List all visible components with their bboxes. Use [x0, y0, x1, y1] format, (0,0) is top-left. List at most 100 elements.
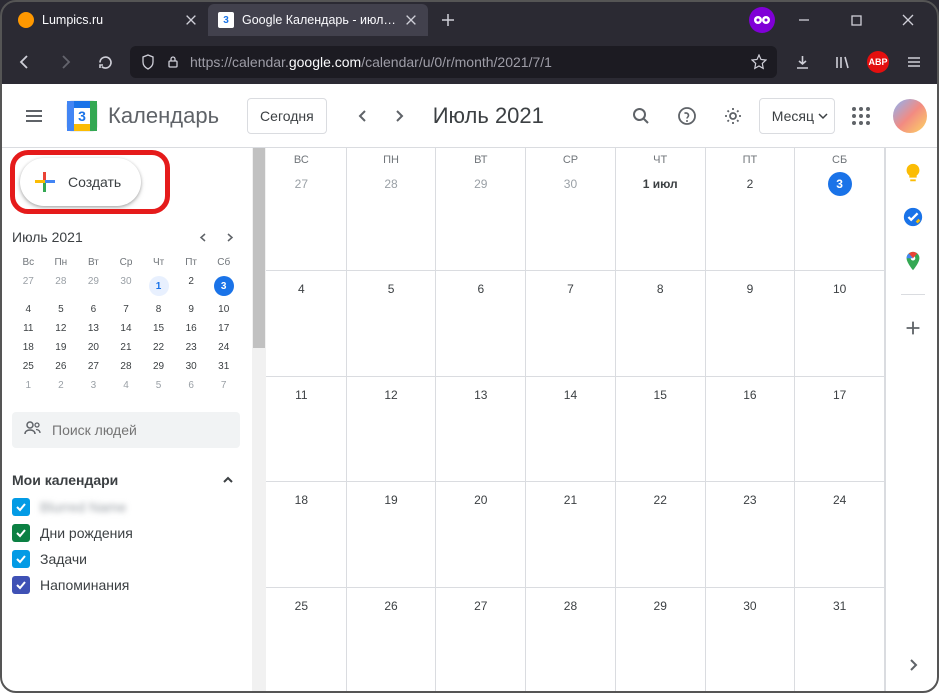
mini-day[interactable]: 6 — [77, 301, 110, 318]
close-window-button[interactable] — [885, 4, 931, 36]
browser-tab-1[interactable]: 3 Google Календарь - июль 2021 — [208, 4, 428, 36]
search-icon[interactable] — [621, 96, 661, 136]
mini-day[interactable]: 19 — [45, 339, 78, 356]
day-cell[interactable]: 10 — [795, 271, 885, 376]
mini-day[interactable]: 28 — [110, 358, 143, 375]
minimize-button[interactable] — [781, 4, 827, 36]
mini-day[interactable]: 10 — [207, 301, 240, 318]
view-selector[interactable]: Месяц — [759, 98, 835, 134]
day-cell[interactable]: 21 — [526, 482, 616, 587]
mini-day[interactable]: 25 — [12, 358, 45, 375]
vpn-icon[interactable] — [749, 7, 775, 33]
address-bar[interactable]: https://calendar.google.com/calendar/u/0… — [130, 46, 777, 78]
mini-day[interactable]: 14 — [110, 320, 143, 337]
day-cell[interactable]: 7 — [526, 271, 616, 376]
day-cell[interactable]: 30 — [706, 588, 796, 693]
browser-menu-icon[interactable] — [899, 47, 929, 77]
day-cell[interactable]: 29 — [616, 588, 706, 693]
day-cell[interactable]: 25 — [257, 588, 347, 693]
day-cell[interactable]: 31 — [795, 588, 885, 693]
mini-day[interactable]: 28 — [45, 273, 78, 299]
day-cell[interactable]: 22 — [616, 482, 706, 587]
day-cell[interactable]: 2 — [706, 166, 796, 271]
mini-day[interactable]: 2 — [45, 377, 78, 394]
day-cell[interactable]: 8 — [616, 271, 706, 376]
prev-month-button[interactable] — [347, 100, 379, 132]
day-cell[interactable]: 30 — [526, 166, 616, 271]
mini-day[interactable]: 29 — [142, 358, 175, 375]
mini-day[interactable]: 1 — [142, 273, 175, 299]
mini-day[interactable]: 3 — [77, 377, 110, 394]
mini-day[interactable]: 8 — [142, 301, 175, 318]
browser-tab-0[interactable]: Lumpics.ru — [8, 4, 208, 36]
calendar-item[interactable]: Задачи — [12, 550, 240, 568]
tasks-icon[interactable] — [902, 206, 924, 228]
downloads-icon[interactable] — [787, 47, 817, 77]
day-cell[interactable]: 28 — [347, 166, 437, 271]
search-people-field[interactable] — [52, 422, 233, 438]
day-cell[interactable]: 27 — [257, 166, 347, 271]
collapse-panel-button[interactable] — [895, 647, 931, 683]
mini-day[interactable]: 30 — [110, 273, 143, 299]
maps-icon[interactable] — [902, 250, 924, 272]
day-cell[interactable]: 13 — [436, 377, 526, 482]
calendar-item[interactable]: Напоминания — [12, 576, 240, 594]
add-addon-icon[interactable] — [902, 317, 924, 339]
day-cell[interactable]: 9 — [706, 271, 796, 376]
mini-day[interactable]: 29 — [77, 273, 110, 299]
back-button[interactable] — [10, 47, 40, 77]
day-cell[interactable]: 24 — [795, 482, 885, 587]
day-cell[interactable]: 18 — [257, 482, 347, 587]
my-calendars-toggle[interactable]: Мои календари — [12, 472, 240, 488]
mini-day[interactable]: 12 — [45, 320, 78, 337]
day-cell[interactable]: 17 — [795, 377, 885, 482]
mini-day[interactable]: 11 — [12, 320, 45, 337]
account-avatar[interactable] — [893, 99, 927, 133]
day-cell[interactable]: 27 — [436, 588, 526, 693]
mini-day[interactable]: 1 — [12, 377, 45, 394]
day-cell[interactable]: 12 — [347, 377, 437, 482]
help-icon[interactable] — [667, 96, 707, 136]
close-icon[interactable] — [184, 13, 198, 27]
search-people-input[interactable] — [12, 412, 240, 448]
mini-day[interactable]: 13 — [77, 320, 110, 337]
mini-day[interactable]: 9 — [175, 301, 208, 318]
mini-day[interactable]: 4 — [110, 377, 143, 394]
mini-day[interactable]: 24 — [207, 339, 240, 356]
day-cell[interactable]: 11 — [257, 377, 347, 482]
mini-day[interactable]: 4 — [12, 301, 45, 318]
mini-day[interactable]: 26 — [45, 358, 78, 375]
mini-day[interactable]: 30 — [175, 358, 208, 375]
sidebar-scrollbar[interactable] — [252, 148, 266, 693]
day-cell[interactable]: 20 — [436, 482, 526, 587]
reload-button[interactable] — [90, 47, 120, 77]
day-cell[interactable]: 29 — [436, 166, 526, 271]
day-cell[interactable]: 6 — [436, 271, 526, 376]
logo[interactable]: 3 Календарь — [64, 98, 219, 134]
mini-prev-button[interactable] — [192, 226, 214, 248]
settings-icon[interactable] — [713, 96, 753, 136]
day-cell[interactable]: 15 — [616, 377, 706, 482]
library-icon[interactable] — [827, 47, 857, 77]
calendar-item[interactable]: Blurred Name — [12, 498, 240, 516]
mini-day[interactable]: 20 — [77, 339, 110, 356]
create-button[interactable]: Создать — [20, 158, 141, 206]
mini-day[interactable]: 23 — [175, 339, 208, 356]
checkbox-icon[interactable] — [12, 524, 30, 542]
bookmark-icon[interactable] — [751, 54, 767, 70]
mini-day[interactable]: 31 — [207, 358, 240, 375]
mini-day[interactable]: 18 — [12, 339, 45, 356]
day-cell[interactable]: 3 — [795, 166, 885, 271]
day-cell[interactable]: 1 июл — [616, 166, 706, 271]
close-icon[interactable] — [404, 13, 418, 27]
mini-day[interactable]: 15 — [142, 320, 175, 337]
checkbox-icon[interactable] — [12, 576, 30, 594]
mini-day[interactable]: 22 — [142, 339, 175, 356]
day-cell[interactable]: 14 — [526, 377, 616, 482]
mini-day[interactable]: 16 — [175, 320, 208, 337]
today-button[interactable]: Сегодня — [247, 98, 327, 134]
maximize-button[interactable] — [833, 4, 879, 36]
keep-icon[interactable] — [902, 162, 924, 184]
mini-day[interactable]: 27 — [77, 358, 110, 375]
day-cell[interactable]: 19 — [347, 482, 437, 587]
